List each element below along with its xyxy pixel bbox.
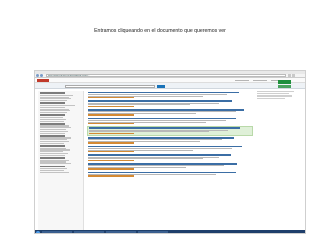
taskbar-item[interactable] bbox=[42, 231, 72, 233]
start-icon[interactable] bbox=[36, 230, 40, 233]
action-button[interactable] bbox=[278, 85, 291, 88]
taskbar-item[interactable] bbox=[74, 231, 104, 233]
filter-group bbox=[39, 92, 82, 102]
list-item[interactable] bbox=[87, 145, 253, 153]
header-link[interactable] bbox=[235, 79, 249, 82]
list-item[interactable] bbox=[87, 100, 253, 108]
filter-group bbox=[39, 165, 82, 173]
right-column bbox=[257, 91, 303, 151]
list-item[interactable] bbox=[87, 171, 253, 177]
filter-group bbox=[39, 157, 82, 165]
search-bar bbox=[35, 83, 305, 89]
url-field[interactable]: https://www.ncbi.nlm.nih.gov/pubmed/?ter… bbox=[46, 74, 286, 77]
list-item[interactable] bbox=[87, 117, 253, 125]
action-button[interactable] bbox=[278, 80, 291, 84]
search-input[interactable] bbox=[65, 84, 155, 88]
forward-icon[interactable] bbox=[40, 74, 43, 77]
header-link[interactable] bbox=[253, 79, 267, 82]
list-item[interactable] bbox=[87, 154, 253, 162]
list-item[interactable] bbox=[87, 108, 253, 116]
toolbar-icon[interactable] bbox=[292, 74, 295, 77]
filter-group bbox=[39, 102, 82, 114]
toolbar-icon[interactable] bbox=[287, 74, 291, 77]
filter-sidebar bbox=[38, 91, 84, 233]
list-item[interactable] bbox=[87, 91, 253, 99]
back-icon[interactable] bbox=[36, 74, 39, 77]
list-item[interactable] bbox=[87, 136, 253, 144]
filter-group bbox=[39, 114, 82, 122]
filter-group bbox=[39, 145, 82, 156]
taskbar-item[interactable] bbox=[106, 231, 136, 233]
os-taskbar bbox=[35, 230, 305, 233]
slide-title: Entramos cliqueando en el documento que … bbox=[94, 28, 226, 34]
search-button[interactable] bbox=[157, 84, 165, 88]
site-logo[interactable] bbox=[37, 79, 49, 82]
filter-group bbox=[39, 122, 82, 134]
list-item-highlighted[interactable] bbox=[87, 125, 253, 136]
results-list bbox=[87, 91, 253, 233]
taskbar-item[interactable] bbox=[138, 231, 168, 233]
list-item[interactable] bbox=[87, 162, 253, 170]
browser-screenshot: https://www.ncbi.nlm.nih.gov/pubmed/?ter… bbox=[34, 70, 306, 234]
filter-group bbox=[39, 134, 82, 144]
